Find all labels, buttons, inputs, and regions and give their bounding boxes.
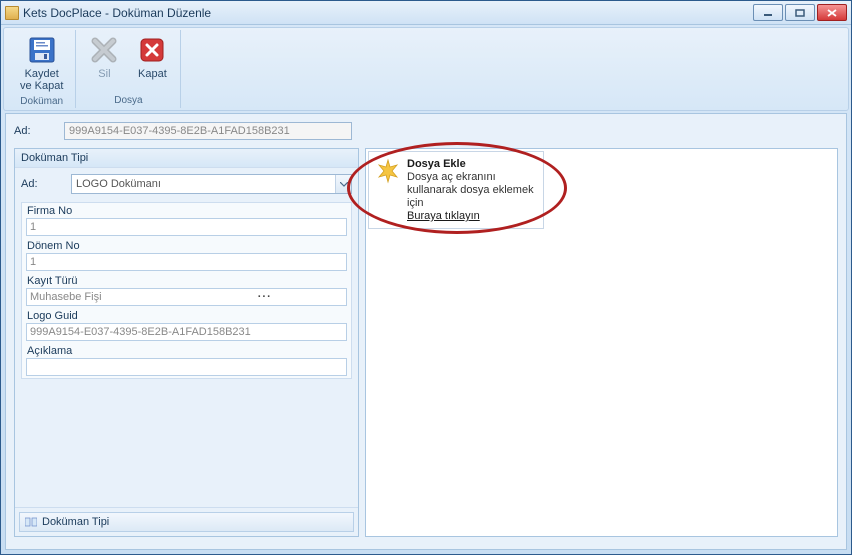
window-title: Kets DocPlace - Doküman Düzenle [23,6,753,20]
save-close-label: Kaydetve Kapat [20,68,63,92]
ribbon-group-dokuman: Kaydetve Kapat Doküman [8,30,76,108]
close-button[interactable] [817,4,847,21]
maximize-button[interactable] [785,4,815,21]
close-red-icon [138,36,166,64]
minimize-button[interactable] [753,4,783,21]
kayit-turu-value: Muhasebe Fişi [30,291,187,303]
chevron-down-icon [335,175,351,193]
logo-guid-input[interactable] [26,323,347,341]
firma-no-input[interactable] [26,218,347,236]
close-icon [827,9,837,17]
kayit-turu-label: Kayıt Türü [26,275,347,287]
doctype-footer-label: Doküman Tipi [42,516,109,528]
doctype-header: Doküman Tipi [15,149,358,168]
maximize-icon [795,9,805,17]
app-icon [5,6,19,20]
content-area: Ad: Doküman Tipi Ad: LOGO Dokümanı [5,113,847,550]
doctype-footer-button[interactable]: Doküman Tipi [19,512,354,532]
file-add-title: Dosya Ekle [407,158,537,170]
file-area: Dosya Ekle Dosya aç ekranını kullanarak … [365,148,838,537]
top-ad-input[interactable] [64,122,352,140]
star-icon [375,158,401,184]
delete-button: Sil [82,32,126,82]
logo-guid-label: Logo Guid [26,310,347,322]
doctype-ad-label: Ad: [21,178,71,190]
save-close-button[interactable]: Kaydetve Kapat [14,32,69,94]
aciklama-input[interactable] [26,358,347,376]
ribbon-group-title-dokuman: Doküman [20,94,63,107]
firma-no-label: Firma No [26,205,347,217]
delete-icon [90,36,118,64]
kayit-turu-input[interactable]: Muhasebe Fişi ··· [26,288,347,306]
book-icon [25,517,37,527]
ribbon: Kaydetve Kapat Doküman Sil [3,27,849,111]
top-ad-label: Ad: [14,125,64,137]
file-add-box[interactable]: Dosya Ekle Dosya aç ekranını kullanarak … [368,151,544,229]
save-icon [27,35,57,65]
donem-no-input[interactable] [26,253,347,271]
property-grid: Firma No Dönem No Kayıt Türü Muhasebe Fi… [21,202,352,379]
doctype-combo[interactable]: LOGO Dokümanı [71,174,352,194]
doctype-combo-text: LOGO Dokümanı [72,178,335,190]
close-doc-button[interactable]: Kapat [130,32,174,82]
top-ad-row: Ad: [14,122,838,140]
close-doc-label: Kapat [138,68,167,80]
ellipsis-button[interactable]: ··· [187,291,344,303]
aciklama-label: Açıklama [26,345,347,357]
file-add-link[interactable]: Buraya tıklayın [407,210,537,222]
app-window: Kets DocPlace - Doküman Düzenle [0,0,852,555]
ribbon-group-dosya: Sil Kapat Dosya [76,30,181,108]
titlebar: Kets DocPlace - Doküman Düzenle [1,1,851,25]
file-add-desc: Dosya aç ekranını kullanarak dosya eklem… [407,171,537,210]
doctype-panel: Doküman Tipi Ad: LOGO Dokümanı [14,148,359,537]
minimize-icon [763,9,773,17]
delete-label: Sil [98,68,110,80]
ribbon-group-title-dosya: Dosya [114,93,142,106]
donem-no-label: Dönem No [26,240,347,252]
